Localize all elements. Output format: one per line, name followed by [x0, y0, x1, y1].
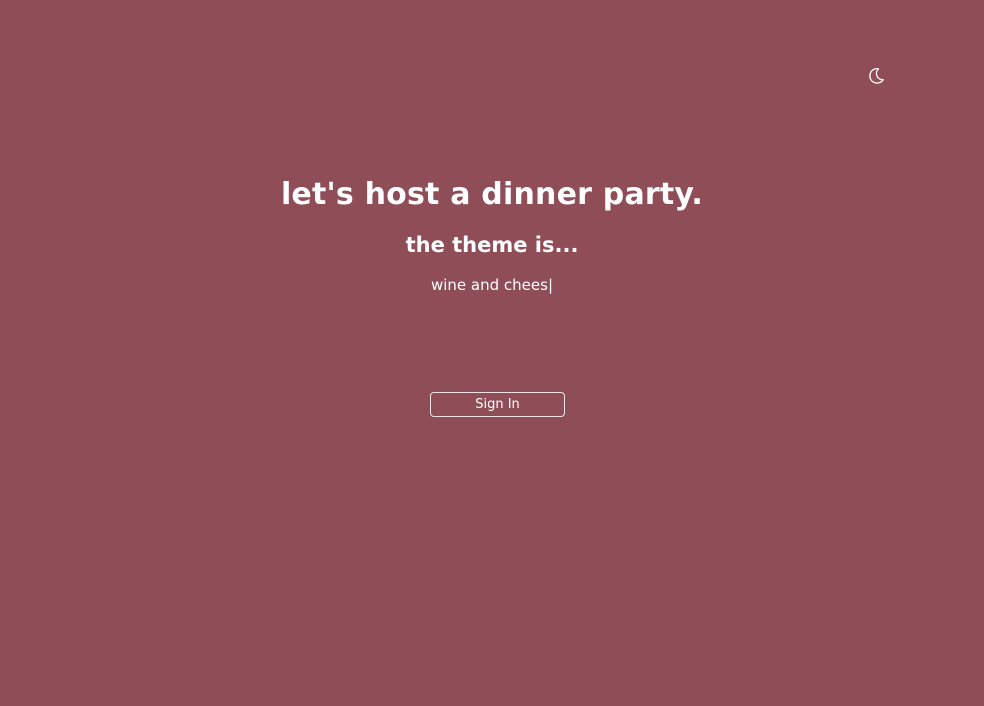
- typewriter-text: wine and chees|: [0, 275, 984, 295]
- typing-cursor: |: [547, 276, 553, 294]
- sign-in-button[interactable]: Sign In: [430, 392, 565, 417]
- theme-toggle-button[interactable]: [866, 66, 886, 86]
- theme-subheading: the theme is...: [405, 233, 579, 257]
- crescent-moon-icon: [867, 67, 885, 85]
- typed-theme-text: wine and chees: [430, 276, 548, 294]
- page-headline: let's host a dinner party.: [280, 177, 704, 212]
